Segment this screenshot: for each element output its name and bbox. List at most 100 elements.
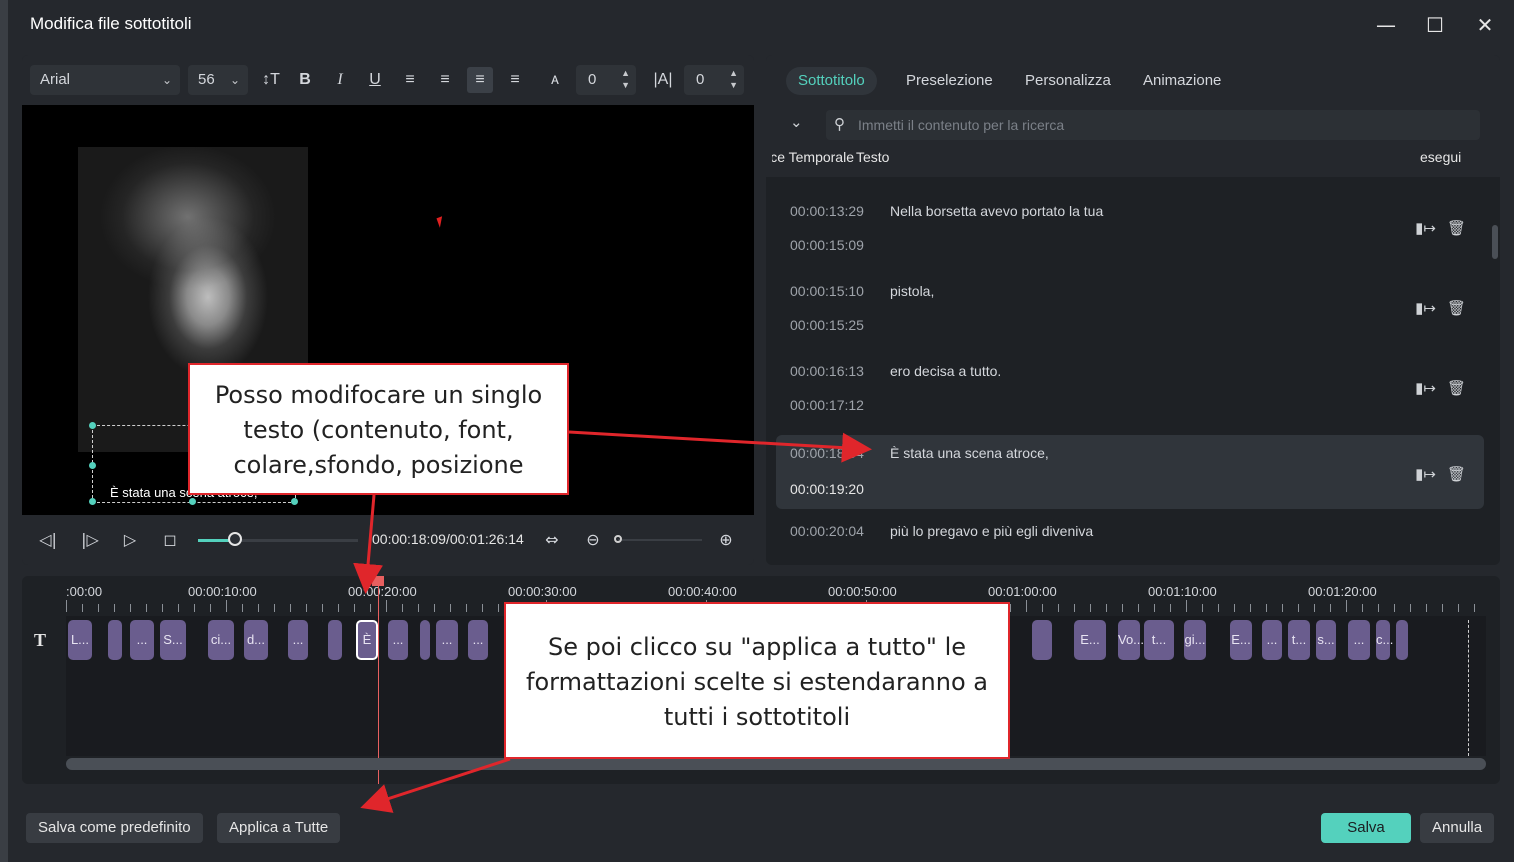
subtitle-row[interactable]: 00:00:20:04 più lo pregavo e più egli di… xyxy=(776,509,1484,565)
trash-icon[interactable]: 🗑 xyxy=(1447,379,1466,397)
timecode-display: 00:00:18:09/00:01:26:14 xyxy=(372,531,524,547)
split-icon[interactable]: ▮↦ xyxy=(1415,299,1436,317)
subtitle-clip[interactable]: ... xyxy=(436,620,458,660)
save-button[interactable]: Salva xyxy=(1321,813,1411,843)
align-center-icon[interactable]: ≡ xyxy=(467,67,493,93)
save-default-button[interactable]: Salva come predefinito xyxy=(26,813,203,843)
zoom-in-icon[interactable]: ⊕ xyxy=(714,528,738,552)
subtitle-row-selected[interactable]: 00:00:18:04 00:00:19:20 È stata una scen… xyxy=(776,435,1484,509)
stepper-icon[interactable]: ▲ ▼ xyxy=(621,67,630,91)
fit-icon[interactable]: ⇔ xyxy=(540,528,564,552)
cancel-button[interactable]: Annulla xyxy=(1420,813,1495,843)
font-family-select[interactable]: Arial ⌄ xyxy=(30,65,180,95)
split-icon[interactable]: ▮↦ xyxy=(1415,379,1436,397)
resize-handle[interactable] xyxy=(291,498,298,505)
justify-icon[interactable]: ≡ xyxy=(502,67,528,93)
resize-handle[interactable] xyxy=(89,462,96,469)
start-time[interactable]: 00:00:13:29 xyxy=(790,203,864,219)
timeline-scrollbar[interactable] xyxy=(66,758,1486,770)
align-left-icon[interactable]: ≡ xyxy=(397,67,423,93)
italic-icon[interactable]: I xyxy=(327,67,353,93)
text-height-icon[interactable]: ↕T xyxy=(258,67,284,93)
trash-icon[interactable]: 🗑 xyxy=(1447,299,1466,317)
end-time[interactable]: 00:00:15:25 xyxy=(790,317,864,333)
split-icon[interactable]: ▮↦ xyxy=(1415,219,1436,237)
zoom-slider[interactable] xyxy=(618,539,702,541)
playback-progress-slider[interactable] xyxy=(198,532,358,546)
trash-icon[interactable]: 🗑 xyxy=(1447,465,1466,483)
end-time[interactable]: 00:00:19:20 xyxy=(790,481,864,497)
tab-personalizza[interactable]: Personalizza xyxy=(1013,67,1123,95)
underline-icon[interactable]: U xyxy=(362,67,388,93)
subtitle-clip[interactable] xyxy=(420,620,430,660)
subtitle-clip[interactable]: t... xyxy=(1144,620,1174,660)
subtitle-clip[interactable]: s... xyxy=(1316,620,1336,660)
maximize-icon[interactable]: ☐ xyxy=(1419,10,1451,40)
line-spacing-input[interactable]: 0 ▲ ▼ xyxy=(684,65,744,95)
playhead[interactable] xyxy=(378,576,379,784)
subtitle-text[interactable]: pistola, xyxy=(890,283,934,299)
subtitle-clip[interactable]: ci... xyxy=(208,620,234,660)
prev-frame-icon[interactable]: ◁| xyxy=(36,528,60,552)
apply-all-button[interactable]: Applica a Tutte xyxy=(217,813,341,843)
progress-knob[interactable] xyxy=(227,532,242,546)
tab-animazione[interactable]: Animazione xyxy=(1131,67,1233,95)
split-icon[interactable]: ▮↦ xyxy=(1415,465,1436,483)
stop-icon[interactable]: ◻ xyxy=(158,528,182,552)
subtitle-clip[interactable]: c... xyxy=(1376,620,1393,660)
font-size-select[interactable]: 56 ⌄ xyxy=(188,65,248,95)
subtitle-clip[interactable] xyxy=(108,620,122,660)
align-right-icon[interactable]: ≡ xyxy=(432,67,458,93)
start-time[interactable]: 00:00:16:13 xyxy=(790,363,864,379)
subtitle-clip[interactable]: gi... xyxy=(1184,620,1206,660)
end-time[interactable]: 00:00:15:09 xyxy=(790,237,864,253)
subtitle-clip[interactable]: L... xyxy=(68,620,92,660)
subtitle-clip[interactable]: t... xyxy=(1288,620,1310,660)
kerning-icon[interactable]: |A| xyxy=(650,67,676,93)
subtitle-clip[interactable]: ... xyxy=(388,620,408,660)
subtitle-row[interactable]: 00:00:13:29 00:00:15:09 Nella borsetta a… xyxy=(776,189,1484,263)
minimize-icon[interactable]: — xyxy=(1370,10,1402,40)
start-time[interactable]: 00:00:15:10 xyxy=(790,283,864,299)
close-icon[interactable]: ✕ xyxy=(1469,10,1501,40)
char-spacing-input[interactable]: 0 ▲ ▼ xyxy=(576,65,636,95)
list-scrollbar[interactable] xyxy=(1492,225,1498,259)
subtitle-clip[interactable]: d... xyxy=(244,620,268,660)
chevron-down-icon[interactable]: ⌄ xyxy=(790,113,803,131)
resize-handle[interactable] xyxy=(89,422,96,429)
subtitle-text[interactable]: ero decisa a tutto. xyxy=(890,363,1001,379)
subtitle-clip[interactable]: ... xyxy=(288,620,308,660)
subtitle-clip[interactable]: ... xyxy=(468,620,488,660)
subtitle-text[interactable]: Nella borsetta avevo portato la tua xyxy=(890,203,1103,219)
resize-handle[interactable] xyxy=(89,498,96,505)
subtitle-clip[interactable] xyxy=(1032,620,1052,660)
end-time[interactable]: 00:00:17:12 xyxy=(790,397,864,413)
start-time[interactable]: 00:00:20:04 xyxy=(790,523,864,539)
subtitle-clip-current[interactable]: È xyxy=(356,620,378,660)
subtitle-clip[interactable]: ... xyxy=(1262,620,1282,660)
subtitle-clip[interactable]: ... xyxy=(130,620,154,660)
subtitle-text[interactable]: più lo pregavo e più egli diveniva xyxy=(890,523,1093,539)
subtitle-clip[interactable]: S... xyxy=(160,620,186,660)
subtitle-text[interactable]: È stata una scena atroce, xyxy=(890,445,1049,461)
subtitle-row[interactable]: 00:00:15:10 00:00:15:25 pistola, ▮↦ 🗑 xyxy=(776,269,1484,343)
start-time[interactable]: 00:00:18:04 xyxy=(790,445,864,461)
search-input[interactable]: ⚲ Immetti il contenuto per la ricerca xyxy=(826,110,1480,140)
tab-preselezione[interactable]: Preselezione xyxy=(894,67,1005,95)
zoom-out-icon[interactable]: ⊖ xyxy=(581,528,605,552)
tab-sottotitolo[interactable]: Sottotitolo xyxy=(786,67,877,95)
subtitle-clip[interactable]: E... xyxy=(1074,620,1106,660)
trash-icon[interactable]: 🗑 xyxy=(1447,219,1466,237)
bold-icon[interactable]: B xyxy=(292,67,318,93)
subtitle-row[interactable]: 00:00:16:13 00:00:17:12 ero decisa a tut… xyxy=(776,349,1484,423)
subtitle-clip[interactable] xyxy=(328,620,342,660)
subtitle-clip[interactable] xyxy=(1396,620,1408,660)
spacing-icon[interactable]: ᴀ xyxy=(542,67,568,93)
stepper-icon[interactable]: ▲ ▼ xyxy=(729,67,738,91)
next-frame-icon[interactable]: |▷ xyxy=(78,528,102,552)
subtitle-clip[interactable]: ... xyxy=(1348,620,1370,660)
play-icon[interactable]: ▷ xyxy=(118,528,142,552)
subtitle-clip[interactable]: Vo... xyxy=(1118,620,1144,660)
zoom-knob[interactable] xyxy=(614,535,622,543)
subtitle-clip[interactable]: E... xyxy=(1230,620,1252,660)
